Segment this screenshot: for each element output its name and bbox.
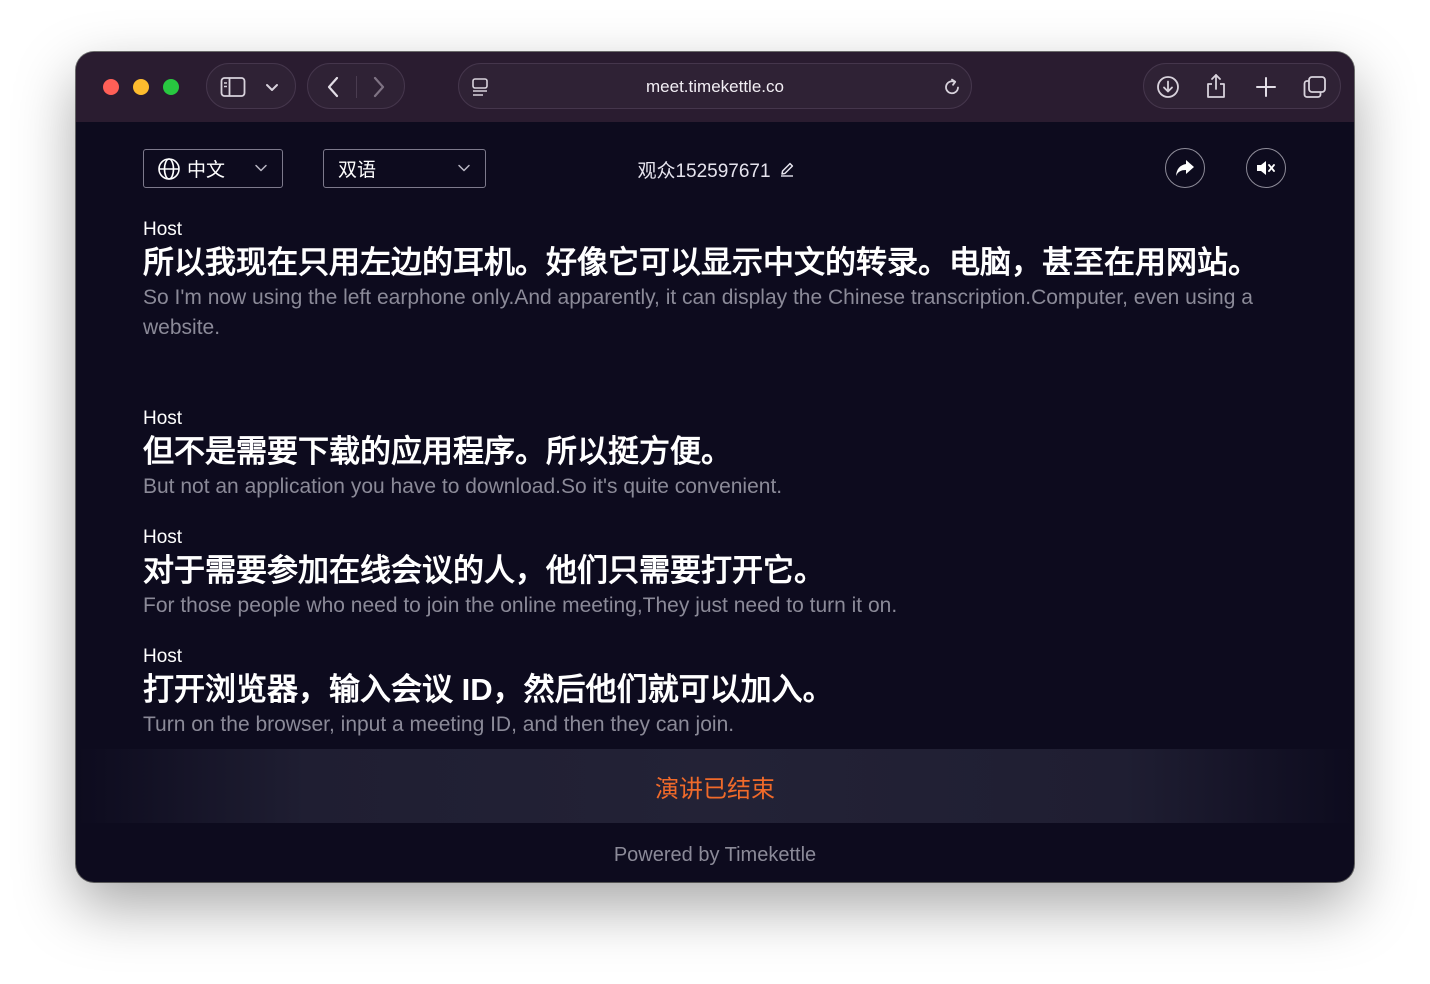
viewer-name: 观众152597671 xyxy=(586,156,846,182)
share-arrow-icon xyxy=(1175,159,1195,177)
transcript-entry: Host 对于需要参加在线会议的人，他们只需要打开它。 For those pe… xyxy=(143,527,1283,621)
speaker-label: Host xyxy=(143,646,183,667)
transcript-entry: Host 所以我现在只用左边的耳机。好像它可以显示中文的转录。电脑，甚至在用网站… xyxy=(143,219,1283,343)
speech-ended-banner: 演讲已结束 xyxy=(76,749,1354,823)
url-text[interactable]: meet.timekettle.co xyxy=(459,64,971,110)
speech-ended-text: 演讲已结束 xyxy=(655,775,775,803)
translation-text: So I'm now using the left earphone only.… xyxy=(143,286,1253,339)
mute-button[interactable] xyxy=(1246,148,1286,188)
navigation-group xyxy=(307,63,405,109)
chevron-down-icon xyxy=(457,163,471,173)
share-button[interactable] xyxy=(1165,148,1205,188)
globe-icon xyxy=(157,157,181,181)
minimize-window-button[interactable] xyxy=(133,79,149,95)
translation-text: For those people who need to join the on… xyxy=(143,594,898,617)
download-icon[interactable] xyxy=(1156,75,1180,99)
chevron-down-icon[interactable] xyxy=(262,78,282,96)
chevron-down-icon xyxy=(254,163,268,173)
sidebar-icon[interactable] xyxy=(219,75,247,99)
back-icon[interactable] xyxy=(320,74,346,100)
transcript-entry: Host 打开浏览器，输入会议 ID，然后他们就可以加入。 Turn on th… xyxy=(143,646,1283,740)
source-text: 所以我现在只用左边的耳机。好像它可以显示中文的转录。电脑，甚至在用网站。 xyxy=(143,245,1259,280)
tab-overview-icon[interactable] xyxy=(1302,75,1328,99)
translation-text: Turn on the browser, input a meeting ID,… xyxy=(143,713,735,736)
language-select-value: 中文 xyxy=(187,160,226,181)
nav-divider xyxy=(356,76,357,98)
zoom-window-button[interactable] xyxy=(163,79,179,95)
speaker-mute-icon xyxy=(1255,159,1277,177)
page-content: 中文 双语 观众152597671 Host 所以我现在只用左边的耳机。好像它可… xyxy=(76,122,1354,882)
browser-titlebar: meet.timekettle.co xyxy=(76,52,1354,122)
transcript-entry: Host 但不是需要下载的应用程序。所以挺方便。 But not an appl… xyxy=(143,408,1283,502)
forward-icon[interactable] xyxy=(366,74,392,100)
browser-actions-group xyxy=(1143,63,1341,109)
language-select[interactable]: 中文 xyxy=(143,149,283,188)
viewer-name-label: 观众152597671 xyxy=(637,160,771,182)
powered-by-footer: Powered by Timekettle xyxy=(613,844,817,866)
speaker-label: Host xyxy=(143,527,183,548)
speaker-label: Host xyxy=(143,219,183,240)
share-icon[interactable] xyxy=(1204,73,1228,99)
reload-icon[interactable] xyxy=(941,76,963,98)
display-mode-value: 双语 xyxy=(338,160,377,181)
translation-text: But not an application you have to downl… xyxy=(143,475,783,498)
close-window-button[interactable] xyxy=(103,79,119,95)
speaker-label: Host xyxy=(143,408,183,429)
edit-pencil-icon[interactable] xyxy=(779,161,795,177)
browser-window: meet.timekettle.co 中文 双语 观众152597671 Hos… xyxy=(76,52,1354,882)
source-text: 但不是需要下载的应用程序。所以挺方便。 xyxy=(143,434,732,469)
source-text: 打开浏览器，输入会议 ID，然后他们就可以加入。 xyxy=(143,672,834,707)
source-text: 对于需要参加在线会议的人，他们只需要打开它。 xyxy=(143,553,825,588)
display-mode-select[interactable]: 双语 xyxy=(323,149,486,188)
address-bar[interactable]: meet.timekettle.co xyxy=(458,63,972,109)
sidebar-toggle-group xyxy=(206,63,296,109)
new-tab-icon[interactable] xyxy=(1254,75,1278,99)
